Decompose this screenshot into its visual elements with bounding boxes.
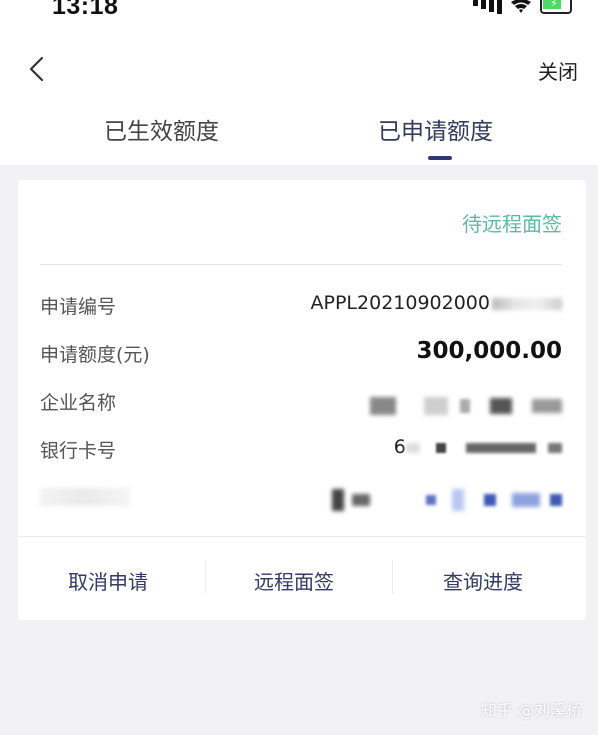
bank-card-label: 银行卡号 [40,440,117,462]
blurred-value [331,488,562,511]
row-application-amount: 申请额度(元) 300,000.00 [40,338,562,370]
tab-effective-quota[interactable]: 已生效额度 [104,112,219,146]
status-time: 13:18 [52,0,119,20]
application-amount-label: 申请额度(元) [40,344,150,366]
application-number-value: APPL20210902000 [311,292,562,314]
actions-divider [18,536,586,537]
watermark: 知乎 @刘溪桥 [480,701,582,720]
wifi-icon [511,0,531,13]
bank-card-value: 6 [394,436,562,458]
row-bank-card: 银行卡号 6 [40,436,562,466]
query-progress-button[interactable]: 查询进度 [443,566,523,595]
row-company-name: 企业名称 [40,388,562,418]
battery-icon: ⚡ [540,0,572,14]
back-button[interactable] [22,52,50,86]
cancel-application-button[interactable]: 取消申请 [68,566,148,595]
application-number-label: 申请编号 [40,296,117,318]
action-separator [205,560,206,594]
row-application-number: 申请编号 APPL20210902000 [40,292,562,322]
blurred-label [40,488,130,506]
remote-sign-button[interactable]: 远程面签 [254,566,334,595]
application-card: 待远程面签 申请编号 APPL20210902000 申请额度(元) 300,0… [18,180,586,620]
signal-icon [473,0,502,14]
company-name-value [369,394,562,416]
card-divider [40,264,562,265]
status-badge: 待远程面签 [462,212,562,236]
close-button[interactable]: 关闭 [538,56,578,85]
company-name-label: 企业名称 [40,392,117,414]
action-separator [392,560,393,594]
top-panel: 13:18 ⚡ 关闭 已生效额度 已申请额度 [0,0,598,165]
application-amount-value: 300,000.00 [416,338,562,364]
tab-applied-quota[interactable]: 已申请额度 [378,112,493,146]
status-bar: 13:18 ⚡ [0,0,598,22]
status-icons: ⚡ [473,0,572,14]
chevron-left-icon [29,56,44,82]
row-blurred [40,484,562,514]
active-tab-indicator [428,156,452,160]
